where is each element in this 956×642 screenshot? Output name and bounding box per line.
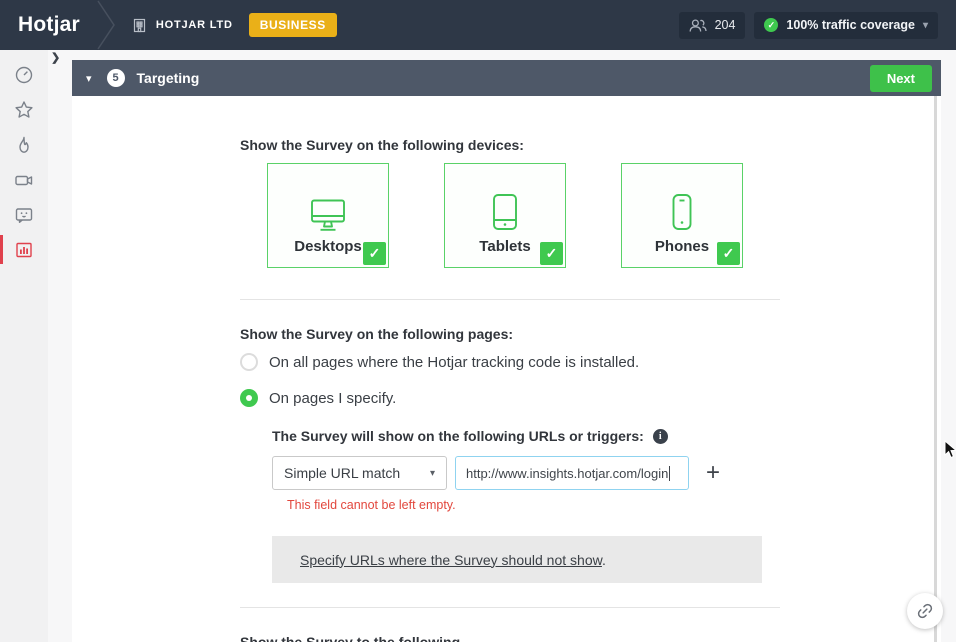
urls-heading: The Survey will show on the following UR…: [272, 428, 644, 445]
building-icon: [132, 18, 147, 33]
next-button[interactable]: Next: [870, 65, 932, 92]
dashboard-dial-icon: [14, 65, 34, 85]
match-type-select[interactable]: Simple URL match ▾: [272, 456, 447, 490]
exclude-link-suffix: .: [602, 552, 606, 568]
url-input-value: http://www.insights.hotjar.com/login: [466, 466, 668, 481]
exclude-urls-link[interactable]: Specify URLs where the Survey should not…: [300, 552, 602, 568]
traffic-coverage-label: 100% traffic coverage: [786, 18, 915, 32]
flame-icon: [14, 135, 34, 155]
hotjar-logo[interactable]: Hotjar: [0, 13, 96, 37]
device-label: Tablets: [479, 238, 530, 255]
desktop-icon: [305, 199, 351, 233]
step-number-badge: 5: [107, 69, 125, 87]
star-icon: [14, 100, 34, 120]
device-checkbox-checked[interactable]: ✓: [717, 242, 740, 265]
scrollbar-track[interactable]: [934, 96, 937, 642]
user-count-badge[interactable]: 204: [679, 12, 746, 39]
organization-name: HOTJAR LTD: [156, 19, 233, 31]
collapse-section-caret-icon[interactable]: ▾: [86, 72, 92, 85]
chevron-down-icon: ▾: [430, 468, 435, 479]
pages-heading: Show the Survey on the following pages:: [240, 326, 780, 343]
left-sidebar: [0, 50, 48, 642]
section-divider: [240, 607, 780, 608]
targeting-panel-header: ▾ 5 Targeting Next: [72, 60, 941, 96]
radio-all-pages[interactable]: On all pages where the Hotjar tracking c…: [240, 353, 780, 371]
radio-unselected-icon[interactable]: [240, 353, 258, 371]
info-icon[interactable]: i: [653, 429, 668, 444]
targeting-panel: ▾ 5 Targeting Next Show the Survey on th…: [72, 60, 941, 642]
phone-icon: [670, 193, 694, 233]
url-rule-row: Simple URL match ▾ http://www.insights.h…: [272, 456, 780, 490]
sidebar-item-feedback[interactable]: [0, 197, 48, 232]
device-cards: Desktops ✓ Tablets ✓: [240, 163, 780, 268]
section-title: Targeting: [137, 70, 200, 86]
match-type-value: Simple URL match: [284, 465, 400, 481]
organization-switcher[interactable]: HOTJAR LTD: [132, 18, 233, 33]
device-card-tablets[interactable]: Tablets ✓: [444, 163, 566, 268]
plan-badge: BUSINESS: [249, 13, 337, 37]
sidebar-item-surveys[interactable]: [0, 232, 48, 267]
tablet-icon: [491, 193, 519, 233]
link-icon: [912, 598, 937, 623]
sidebar-item-heatmaps[interactable]: [0, 127, 48, 162]
device-card-phones[interactable]: Phones ✓: [621, 163, 743, 268]
mouse-cursor: [944, 440, 956, 459]
device-label: Desktops: [294, 238, 362, 255]
device-label: Phones: [655, 238, 709, 255]
add-url-button[interactable]: +: [706, 461, 720, 485]
video-camera-icon: [14, 170, 34, 190]
next-section-heading-partial: Show the Survey to the following: [240, 634, 780, 642]
exclude-urls-box: Specify URLs where the Survey should not…: [272, 536, 762, 583]
radio-pages-i-specify[interactable]: On pages I specify.: [240, 389, 780, 407]
user-count: 204: [715, 18, 736, 32]
chevron-down-icon: ▾: [923, 20, 928, 31]
radio-selected-icon[interactable]: [240, 389, 258, 407]
radio-all-pages-label: On all pages where the Hotjar tracking c…: [269, 354, 639, 371]
feedback-bubble-icon: [14, 205, 34, 225]
sidebar-item-recordings[interactable]: [0, 162, 48, 197]
coverage-check-icon: ✓: [764, 18, 778, 32]
device-card-desktops[interactable]: Desktops ✓: [267, 163, 389, 268]
url-input[interactable]: http://www.insights.hotjar.com/login: [455, 456, 689, 490]
bar-chart-icon: [14, 240, 34, 260]
sidebar-expand-chevron-icon[interactable]: ❯: [51, 51, 60, 64]
radio-pages-i-specify-label: On pages I specify.: [269, 390, 396, 407]
targeting-panel-body: Show the Survey on the following devices…: [72, 96, 941, 642]
traffic-coverage-dropdown[interactable]: ✓ 100% traffic coverage ▾: [754, 12, 938, 39]
validation-error-message: This field cannot be left empty.: [287, 498, 780, 512]
device-checkbox-checked[interactable]: ✓: [540, 242, 563, 265]
device-checkbox-checked[interactable]: ✓: [363, 242, 386, 265]
text-caret: [669, 466, 670, 481]
sidebar-item-favorites[interactable]: [0, 92, 48, 127]
sidebar-item-dashboard[interactable]: [0, 57, 48, 92]
logo-separator-chevron: [96, 0, 118, 50]
devices-heading: Show the Survey on the following devices…: [240, 137, 780, 154]
users-icon: [689, 18, 707, 33]
section-divider: [240, 299, 780, 300]
top-navigation-bar: Hotjar HOTJAR LTD BUSINESS 204 ✓ 100% tr…: [0, 0, 956, 50]
share-link-floating-button[interactable]: [907, 593, 943, 629]
